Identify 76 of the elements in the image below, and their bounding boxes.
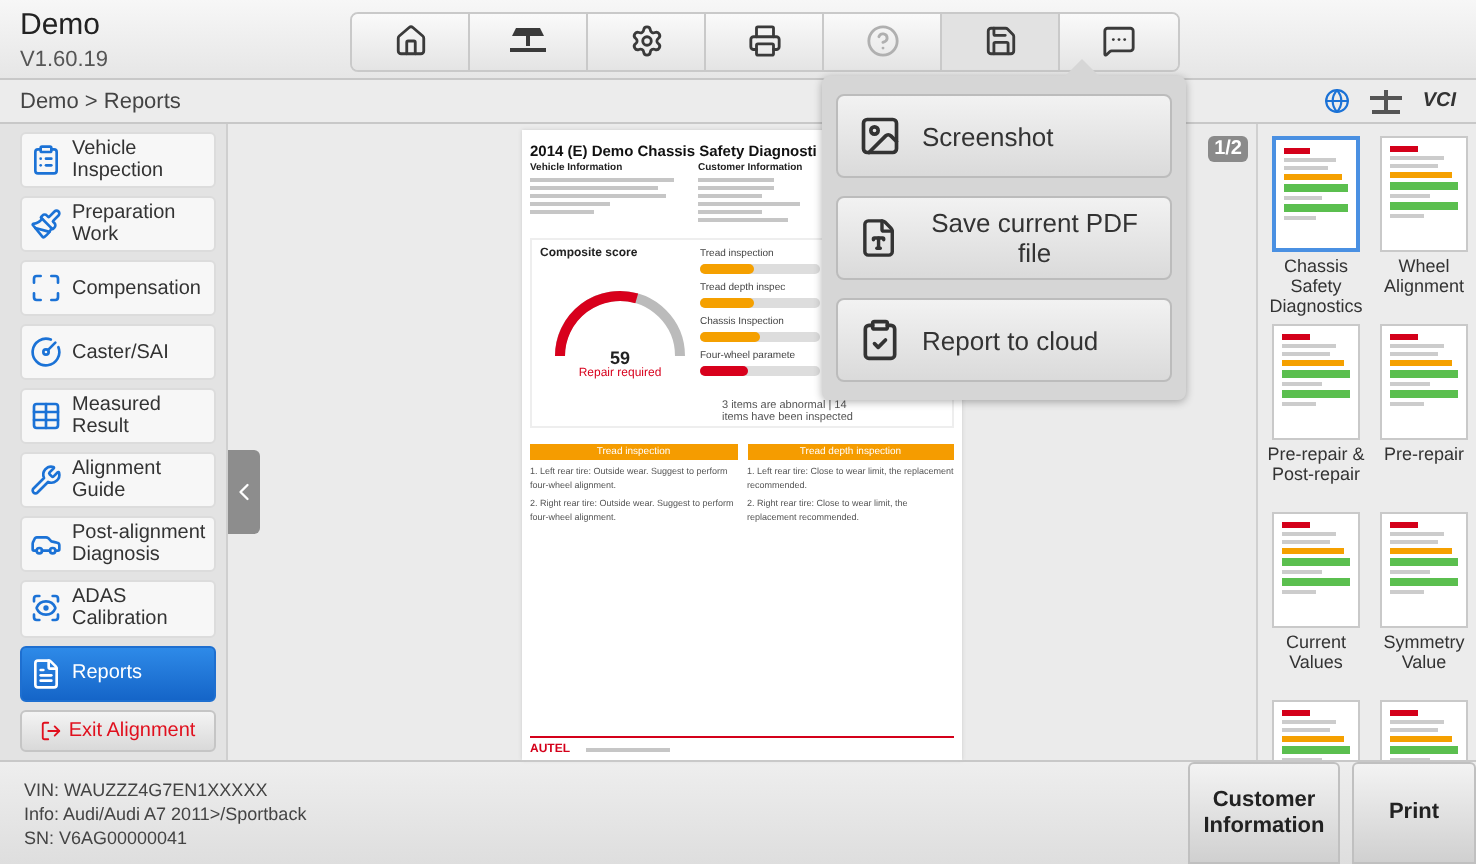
message-icon: [1102, 24, 1136, 58]
sidebar-item[interactable]: Post-alignment Diagnosis: [20, 516, 216, 573]
app-title: Demo: [20, 7, 103, 41]
pdf-file-icon: [858, 216, 900, 260]
score-value: 59: [609, 348, 630, 368]
frame-icon: [30, 272, 62, 305]
table-icon: [30, 400, 62, 433]
settings-icon: [629, 24, 663, 58]
thumbnail-label: Symmetry Value: [1381, 632, 1467, 676]
thumbnail-label: Wheel Alignment: [1381, 256, 1467, 300]
home-icon: [393, 24, 427, 58]
sidebar-item[interactable]: ADAS Calibration: [20, 580, 216, 637]
exit-icon: [40, 719, 63, 742]
illegible-text-line: [530, 178, 674, 182]
thumbnail-label: Pre-repair & Post-repair: [1266, 444, 1366, 488]
printer-icon: [747, 24, 781, 58]
illegible-text-line: [698, 210, 762, 214]
vehicle-info-text: VIN: WAUZZZ4G7EN1XXXXX: [24, 779, 270, 799]
save-icon: [983, 24, 1017, 58]
sidebar-item[interactable]: Vehicle Inspection: [20, 132, 216, 189]
car-lift-icon: [506, 24, 550, 58]
report-thumbnail[interactable]: [1272, 512, 1360, 628]
brush-icon: [30, 208, 62, 241]
illegible-text-line: [530, 210, 594, 214]
toolbar-button[interactable]: [588, 13, 706, 69]
illegible-text-line: [530, 194, 666, 198]
lift-status-icon: [1366, 88, 1407, 114]
toolbar-button[interactable]: [706, 13, 824, 69]
print-button[interactable]: Print: [1352, 762, 1476, 864]
toolbar-button[interactable]: [942, 13, 1060, 69]
illegible-text-line: [698, 202, 801, 206]
illegible-text-line: [586, 748, 671, 752]
collapse-handle[interactable]: [228, 450, 260, 534]
illegible-text-line: [530, 186, 658, 190]
illegible-text-line: [698, 218, 788, 222]
gauge-icon: [30, 336, 62, 369]
toolbar-button[interactable]: [352, 13, 470, 69]
report-thumbnail[interactable]: [1272, 324, 1360, 440]
toolbar-button[interactable]: [1060, 13, 1178, 69]
clipboard-check-icon: [858, 318, 902, 362]
menu-item[interactable]: Report to cloud: [836, 298, 1172, 382]
thumbnail-label: Chassis Safety Diagnostics: [1267, 256, 1365, 316]
eye-icon: [30, 592, 62, 625]
sidebar-item[interactable]: Compensation: [20, 260, 216, 317]
breadcrumb: Demo > Reports: [20, 89, 183, 113]
thumbnail-label: Pre-repair: [1383, 444, 1464, 468]
sidebar-item[interactable]: Caster/SAI: [20, 324, 216, 381]
report-thumbnail[interactable]: [1380, 136, 1468, 252]
report-thumbnail[interactable]: [1272, 136, 1360, 252]
report-thumbnail[interactable]: [1380, 512, 1468, 628]
toolbar-button[interactable]: [470, 13, 588, 69]
sidebar-item[interactable]: Alignment Guide: [20, 452, 216, 509]
image-icon: [858, 114, 902, 158]
menu-item[interactable]: Screenshot: [836, 94, 1172, 178]
globe-icon: [1324, 88, 1351, 114]
illegible-text-line: [530, 202, 610, 206]
exit-alignment-button[interactable]: Exit Alignment: [20, 709, 216, 752]
vci-label: VCI: [1422, 90, 1456, 112]
thumbnail-label: Current Values: [1283, 632, 1348, 676]
app-version: V1.60.19: [20, 47, 111, 71]
illegible-text-line: [698, 178, 775, 182]
page-indicator: 1/2: [1208, 136, 1248, 162]
report-thumbnail[interactable]: [1380, 324, 1468, 440]
illegible-text-line: [698, 194, 762, 198]
sidebar-item[interactable]: Measured Result: [20, 388, 216, 445]
help-icon: [865, 24, 899, 58]
clipboard-icon: [30, 144, 62, 177]
illegible-text-line: [698, 186, 775, 190]
menu-item[interactable]: Save current PDF file: [836, 196, 1172, 280]
sidebar-item[interactable]: Reports: [20, 645, 216, 702]
customer-information-button[interactable]: Customer Information: [1188, 762, 1340, 864]
sidebar-item[interactable]: Preparation Work: [20, 196, 216, 253]
vehicle-info-text: Info: Audi/Audi A7 2011>/Sportback: [24, 803, 309, 823]
document-icon: [30, 657, 62, 690]
vehicle-info-text: SN: V6AG00000041: [24, 827, 190, 847]
wrench-icon: [30, 464, 62, 497]
